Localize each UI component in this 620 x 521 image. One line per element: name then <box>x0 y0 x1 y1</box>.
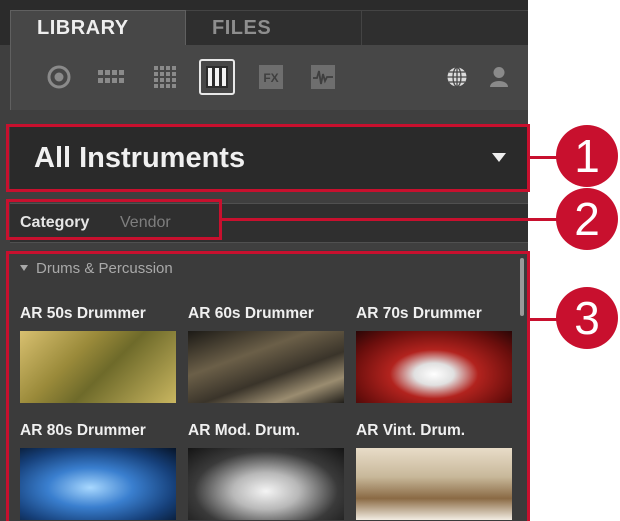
tab-files[interactable]: FILES <box>186 10 362 45</box>
callout-badge-2: 2 <box>556 188 618 250</box>
callout-badge-3: 3 <box>556 287 618 349</box>
content-type-bar: FX <box>10 45 528 110</box>
user-icon[interactable] <box>481 59 517 95</box>
globe-icon[interactable] <box>439 59 475 95</box>
instruments-icon[interactable] <box>199 59 235 95</box>
groups-icon[interactable] <box>93 59 129 95</box>
tab-bar-spacer <box>362 10 528 45</box>
tab-library[interactable]: LIBRARY <box>10 10 186 45</box>
callout-box-2 <box>6 199 222 240</box>
samples-icon[interactable] <box>305 59 341 95</box>
callout-badge-1: 1 <box>556 125 618 187</box>
callout-box-3 <box>6 251 530 521</box>
all-content-icon[interactable] <box>41 59 77 95</box>
svg-text:FX: FX <box>263 71 278 85</box>
callout-box-1 <box>6 124 530 192</box>
callout-leader-2 <box>222 218 560 221</box>
sounds-icon[interactable] <box>147 59 183 95</box>
tab-bar: LIBRARY FILES <box>0 0 528 45</box>
effects-icon[interactable]: FX <box>253 59 289 95</box>
